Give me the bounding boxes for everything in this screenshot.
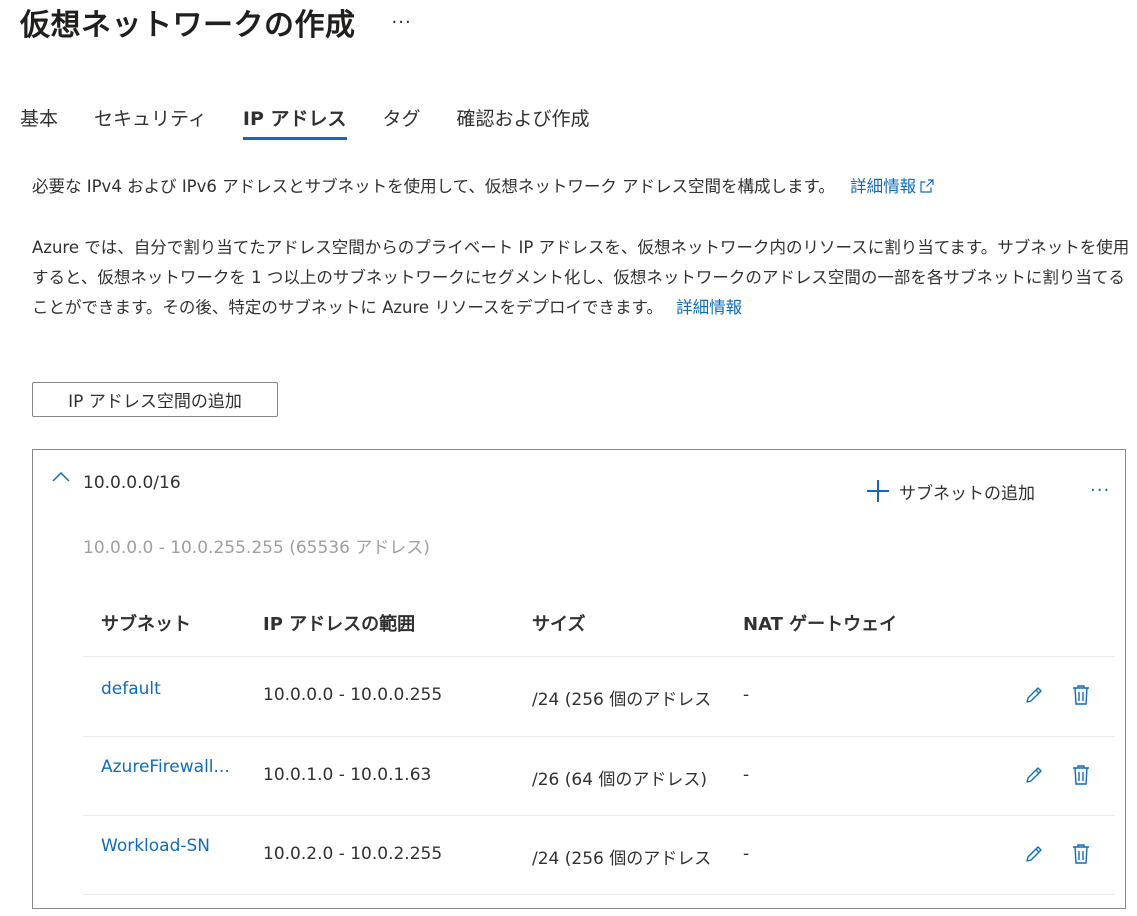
intro-text: 必要な IPv4 および IPv6 アドレスとサブネットを使用して、仮想ネットワ… bbox=[32, 177, 835, 196]
plus-icon bbox=[867, 480, 889, 502]
external-link-icon bbox=[920, 179, 934, 193]
add-subnet-label: サブネットの追加 bbox=[899, 483, 1035, 504]
delete-icon[interactable] bbox=[1071, 764, 1091, 786]
edit-icon[interactable] bbox=[1023, 764, 1045, 786]
column-header-ip-range: IP アドレスの範囲 bbox=[263, 614, 416, 635]
subnet-nat-gateway: - bbox=[743, 844, 750, 864]
edit-icon[interactable] bbox=[1023, 843, 1045, 865]
table-divider bbox=[83, 894, 1115, 895]
subnet-size: /26 (64 個のアドレス) bbox=[532, 770, 708, 790]
column-header-nat-gateway: NAT ゲートウェイ bbox=[743, 614, 898, 635]
address-space-card: 10.0.0.0/16 サブネットの追加 ··· 10.0.0.0 - 10.0… bbox=[32, 449, 1126, 909]
delete-icon[interactable] bbox=[1071, 843, 1091, 865]
tab-basics[interactable]: 基本 bbox=[20, 100, 58, 144]
intro-paragraph: 必要な IPv4 および IPv6 アドレスとサブネットを使用して、仮想ネットワ… bbox=[32, 172, 934, 202]
address-space-range: 10.0.0.0 - 10.0.255.255 (65536 アドレス) bbox=[83, 538, 430, 558]
column-header-subnet: サブネット bbox=[101, 614, 191, 635]
description-paragraph: Azure では、自分で割り当てたアドレス空間からのプライベート IP アドレス… bbox=[32, 233, 1132, 323]
delete-icon[interactable] bbox=[1071, 684, 1091, 706]
tab-review-create[interactable]: 確認および作成 bbox=[457, 100, 590, 144]
learn-more-link-label: 詳細情報 bbox=[850, 177, 917, 196]
column-header-size: サイズ bbox=[532, 614, 586, 635]
subnet-ip-range: 10.0.2.0 - 10.0.2.255 bbox=[263, 844, 443, 864]
subnet-name-link[interactable]: Workload-SN bbox=[101, 836, 241, 856]
description-learn-more-link[interactable]: 詳細情報 bbox=[676, 298, 742, 317]
address-space-more-icon[interactable]: ··· bbox=[1090, 480, 1110, 501]
add-ip-address-space-button[interactable]: IP アドレス空間の追加 bbox=[32, 382, 278, 417]
subnet-ip-range: 10.0.1.0 - 10.0.1.63 bbox=[263, 765, 432, 785]
subnet-nat-gateway: - bbox=[743, 765, 750, 785]
tab-list: 基本 セキュリティ IP アドレス タグ 確認および作成 bbox=[20, 100, 626, 144]
subnet-size: /24 (256 個のアドレス bbox=[532, 690, 712, 710]
address-space-cidr: 10.0.0.0/16 bbox=[83, 473, 181, 493]
tab-ip-addresses[interactable]: IP アドレス bbox=[242, 100, 347, 144]
more-options-icon[interactable]: ··· bbox=[392, 12, 412, 33]
edit-icon[interactable] bbox=[1023, 684, 1045, 706]
subnet-name-link[interactable]: AzureFirewall... bbox=[101, 757, 241, 777]
subnet-size: /24 (256 個のアドレス bbox=[532, 849, 712, 869]
chevron-up-icon[interactable] bbox=[51, 470, 71, 484]
table-row: Workload-SN 10.0.2.0 - 10.0.2.255 /24 (2… bbox=[83, 815, 1115, 896]
add-subnet-button[interactable]: サブネットの追加 bbox=[865, 478, 1035, 504]
tab-tags[interactable]: タグ bbox=[383, 100, 421, 144]
subnet-name-link[interactable]: default bbox=[101, 679, 241, 699]
table-row: default 10.0.0.0 - 10.0.0.255 /24 (256 個… bbox=[83, 656, 1115, 737]
tab-security[interactable]: セキュリティ bbox=[94, 100, 207, 144]
subnet-nat-gateway: - bbox=[743, 685, 750, 705]
table-row: AzureFirewall... 10.0.1.0 - 10.0.1.63 /2… bbox=[83, 736, 1115, 817]
title-row: 仮想ネットワークの作成 ··· bbox=[20, 0, 412, 44]
page-title: 仮想ネットワークの作成 bbox=[20, 8, 356, 43]
subnet-ip-range: 10.0.0.0 - 10.0.0.255 bbox=[263, 685, 443, 705]
description-text: Azure では、自分で割り当てたアドレス空間からのプライベート IP アドレス… bbox=[32, 238, 1130, 317]
learn-more-link[interactable]: 詳細情報 bbox=[850, 177, 934, 196]
